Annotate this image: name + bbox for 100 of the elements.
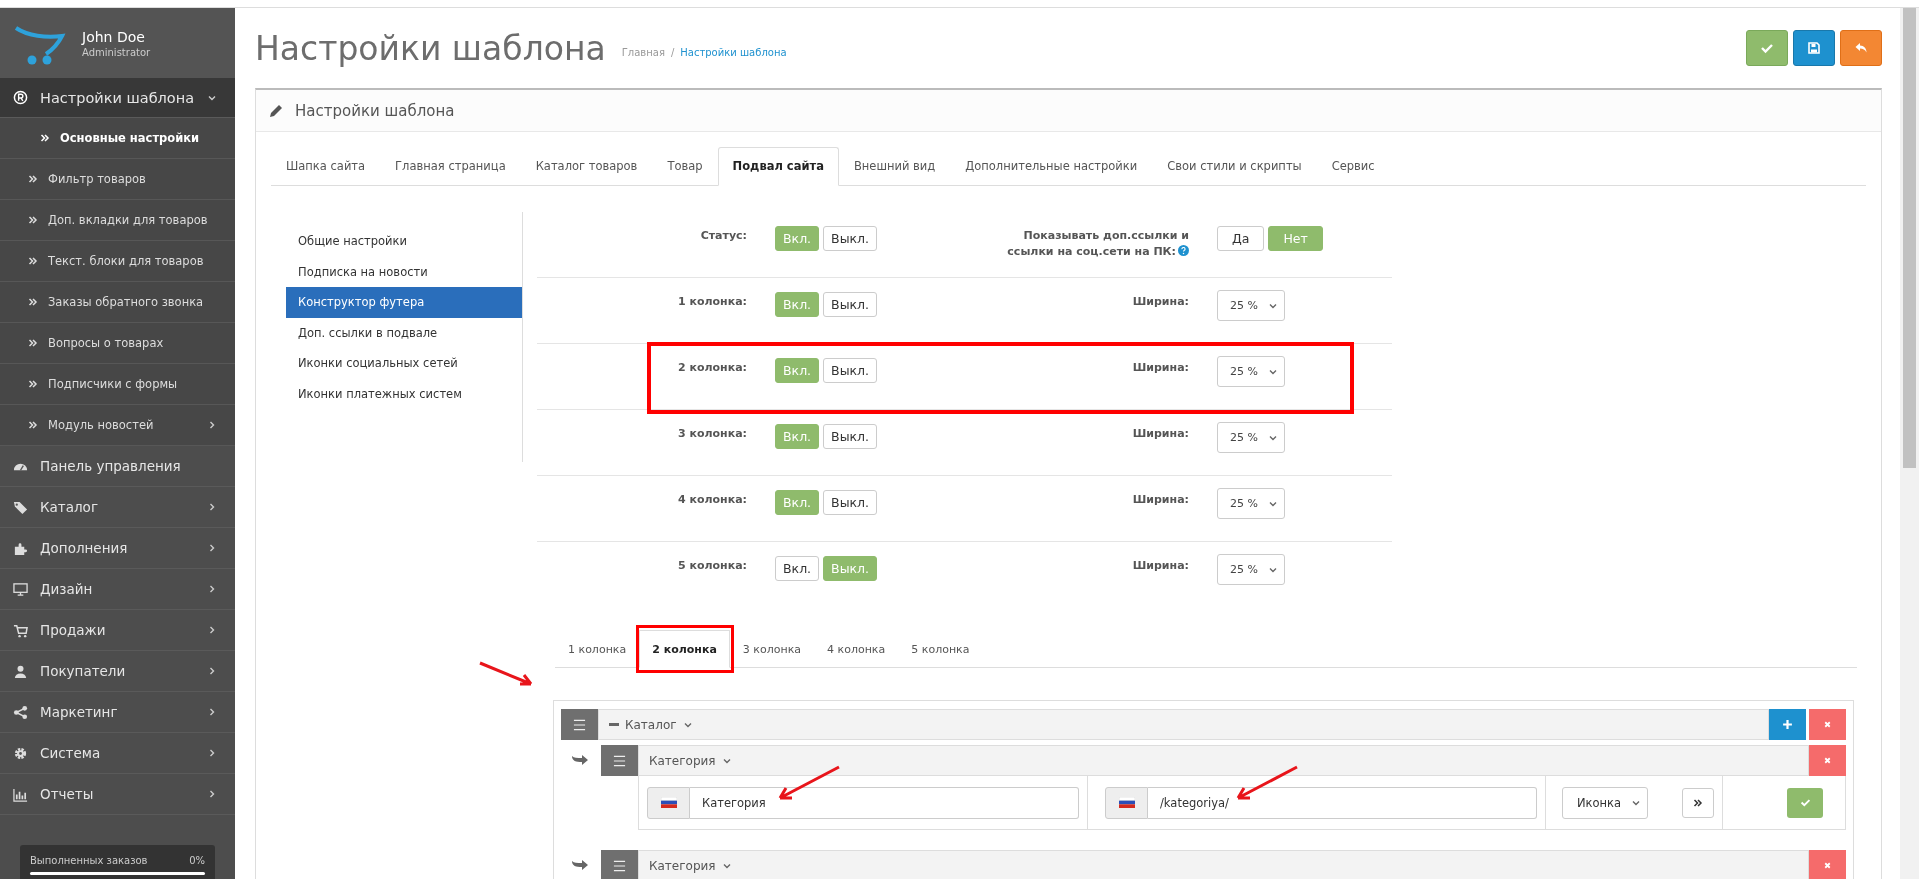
column-tab[interactable]: 3 колонка [729, 630, 815, 668]
apply-button[interactable] [1746, 30, 1788, 66]
settings-icon [13, 745, 28, 761]
chevron-icon [207, 625, 217, 635]
column-tab[interactable]: 4 колонка [814, 630, 899, 668]
toggle-option[interactable]: Выкл. [823, 358, 878, 383]
drag-handle[interactable] [601, 745, 638, 776]
sidebar-subitem[interactable]: Подписчики с формы [0, 364, 235, 405]
drag-handle[interactable] [601, 850, 638, 879]
tab[interactable]: Шапка сайта [271, 147, 381, 186]
delete-button[interactable] [1809, 850, 1846, 879]
field-label: Статус: [699, 228, 747, 244]
chevron-icon [207, 502, 217, 512]
item-header[interactable]: Категория [638, 745, 1809, 776]
section-nav-item[interactable]: Иконки платежных систем [286, 378, 522, 409]
double-chevron-icon [1693, 797, 1703, 808]
chevron-icon [207, 543, 217, 553]
group-header[interactable]: Каталог [598, 709, 1769, 740]
double-chevron-icon [28, 379, 38, 389]
toggle-option[interactable]: Выкл. [823, 226, 878, 251]
save-button[interactable] [1793, 30, 1835, 66]
registered-icon [13, 90, 28, 105]
delete-button[interactable] [1809, 709, 1846, 740]
item-title: Категория [649, 858, 716, 873]
tab[interactable]: Внешний вид [838, 147, 951, 186]
sidebar-item[interactable]: Продажи [0, 610, 235, 651]
more-button[interactable] [1682, 787, 1714, 818]
child-arrow-icon [571, 859, 589, 871]
sidebar-subitem[interactable]: Основные настройки [0, 118, 235, 159]
section-nav-item[interactable]: Подписка на новости [286, 256, 522, 287]
tab[interactable]: Свои стили и скрипты [1152, 147, 1317, 186]
column-tab[interactable]: 2 колонка [639, 630, 730, 668]
double-chevron-icon [28, 297, 38, 307]
toggle-option[interactable]: Выкл. [823, 490, 878, 515]
width-select[interactable]: 25 % [1217, 554, 1285, 585]
field-label: Показывать доп.ссылки и ссылки на соц.сети на ПК: [1006, 228, 1189, 260]
field-label: Ширина: [1131, 294, 1189, 310]
page-title: Настройки шаблона [255, 28, 606, 68]
flag-icon [660, 797, 677, 808]
width-select[interactable]: 25 % [1217, 290, 1285, 321]
sidebar-subitem[interactable]: Вопросы о товарах [0, 323, 235, 364]
chevron-icon [207, 748, 217, 758]
bar-chart-icon [13, 786, 28, 802]
tab[interactable]: Дополнительные настройки [950, 147, 1153, 186]
sidebar-item[interactable]: Маркетинг [0, 692, 235, 733]
width-select[interactable]: 25 % [1217, 356, 1285, 387]
toggle-option[interactable]: Выкл. [823, 424, 878, 449]
input-field[interactable]: /kategoriya/ [1148, 786, 1537, 819]
minus-icon [609, 722, 619, 727]
column-tab[interactable]: 1 колонка [555, 630, 640, 668]
back-button[interactable] [1840, 30, 1882, 66]
sidebar-subitem[interactable]: Доп. вкладки для товаров [0, 200, 235, 241]
width-select[interactable]: 25 % [1217, 488, 1285, 519]
delete-button[interactable] [1809, 745, 1846, 776]
chevron-icon [207, 707, 217, 717]
toggle-option[interactable]: Вкл. [775, 556, 820, 581]
sidebar-subitem[interactable]: Фильтр товаров [0, 159, 235, 200]
confirm-button[interactable] [1787, 787, 1823, 818]
scrollbar[interactable] [1900, 8, 1919, 879]
sidebar-item[interactable]: Отчеты [0, 774, 235, 815]
sidebar-subitem[interactable]: Текст. блоки для товаров [0, 241, 235, 282]
flag-icon [1118, 797, 1135, 808]
column-tab[interactable]: 5 колонка [898, 630, 983, 668]
sidebar-item[interactable]: Система [0, 733, 235, 774]
field-label: Ширина: [1131, 492, 1189, 508]
tag-icon [13, 499, 28, 515]
section-nav-item[interactable]: Общие настройки [286, 226, 522, 257]
section-nav-item[interactable]: Иконки социальных сетей [286, 348, 522, 379]
child-arrow-icon [571, 754, 589, 766]
field-label: 1 колонка: [677, 294, 747, 310]
sidebar-subitem[interactable]: Заказы обратного звонка [0, 282, 235, 323]
breadcrumb-link[interactable]: Настройки шаблона [680, 46, 787, 58]
input-field[interactable]: Категория [690, 786, 1079, 819]
user-icon [13, 663, 28, 679]
toggle-option[interactable]: Выкл. [823, 292, 878, 317]
tab[interactable]: Сервис [1316, 147, 1390, 186]
sidebar-item[interactable]: Дизайн [0, 569, 235, 610]
toggle-option[interactable]: Да [1217, 226, 1265, 251]
drag-handle[interactable] [561, 709, 598, 740]
section-nav-item[interactable]: Доп. ссылки в подвале [286, 317, 522, 348]
add-button[interactable] [1769, 709, 1806, 740]
section-nav-item[interactable]: Конструктор футера [286, 287, 522, 318]
width-select[interactable]: 25 % [1217, 422, 1285, 453]
progress-value: 0% [189, 855, 205, 866]
sidebar-subitem[interactable]: Модуль новостей [0, 405, 235, 446]
tab[interactable]: Подвал сайта [717, 147, 839, 186]
chevron-icon [207, 666, 217, 676]
tab[interactable]: Главная страница [380, 147, 521, 186]
sidebar-item[interactable]: Панель управления [0, 446, 235, 487]
scrollbar-thumb[interactable] [1903, 8, 1916, 468]
tab[interactable]: Товар [652, 147, 718, 186]
icon-select[interactable]: Иконка [1562, 786, 1648, 819]
sidebar-item[interactable]: Настройки шаблона [0, 78, 235, 118]
double-chevron-icon [28, 420, 38, 430]
sidebar-item[interactable]: Дополнения [0, 528, 235, 569]
menu-icon [613, 754, 626, 767]
tab[interactable]: Каталог товаров [520, 147, 653, 186]
sidebar-item[interactable]: Каталог [0, 487, 235, 528]
sidebar-item[interactable]: Покупатели [0, 651, 235, 692]
item-header[interactable]: Категория [638, 850, 1809, 879]
